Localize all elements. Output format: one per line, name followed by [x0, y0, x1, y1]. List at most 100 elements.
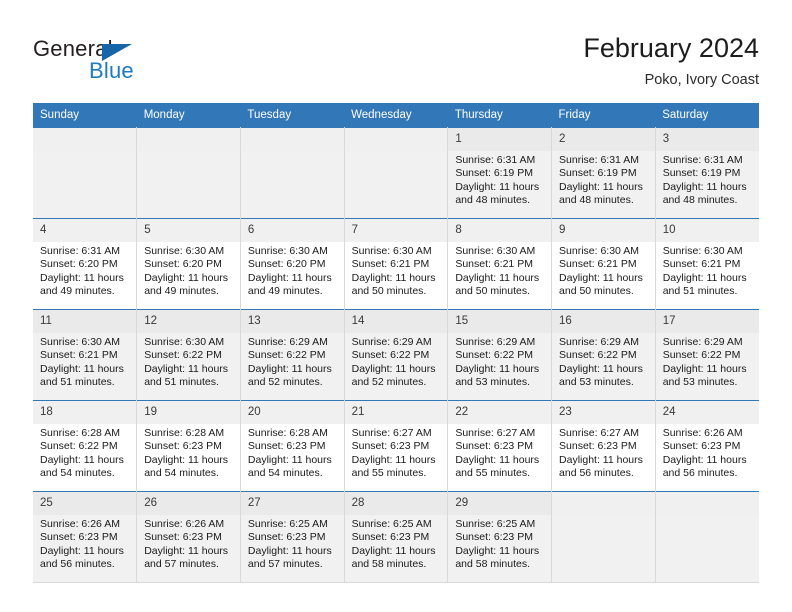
day-number: 14: [344, 310, 448, 333]
calendar-cell-day-8[interactable]: 8 Sunrise: 6:30 AM Sunset: 6:21 PM Daylight…: [447, 218, 553, 310]
calendar-cell-empty: [551, 491, 656, 583]
title-block: February 2024 Poko, Ivory Coast: [583, 32, 759, 90]
daylight-text-line2: and 50 minutes.: [559, 285, 634, 298]
calendar-cell-day-3[interactable]: 3 Sunrise: 6:31 AM Sunset: 6:19 PM Daylight…: [655, 127, 759, 219]
calendar-week-row: 25 Sunrise: 6:26 AM Sunset: 6:23 PM Dayligh…: [33, 491, 759, 583]
cell-details: Sunrise: 6:29 AM Sunset: 6:22 PM Daylight:…: [345, 333, 448, 390]
cell-details: Sunrise: 6:31 AM Sunset: 6:20 PM Daylight:…: [33, 242, 136, 299]
calendar-page: General Blue February 2024 Poko, Ivory C…: [0, 0, 792, 612]
sunset-text: Sunset: 6:20 PM: [40, 258, 118, 271]
calendar-cell-day-14[interactable]: 14 Sunrise: 6:29 AM Sunset: 6:22 PM Dayligh…: [344, 309, 449, 401]
weekday-header-thursday: Thursday: [447, 103, 552, 128]
sunset-text: Sunset: 6:23 PM: [662, 440, 741, 453]
sunset-text: Sunset: 6:21 PM: [351, 258, 430, 271]
cell-details: Sunrise: 6:29 AM Sunset: 6:22 PM Daylight:…: [241, 333, 344, 390]
daylight-text-line1: Daylight: 11 hours: [662, 271, 747, 284]
calendar-cell-day-20[interactable]: 20 Sunrise: 6:28 AM Sunset: 6:23 PM Dayligh…: [240, 400, 345, 492]
calendar-cell-empty: [344, 127, 449, 219]
calendar-cell-day-21[interactable]: 21 Sunrise: 6:27 AM Sunset: 6:23 PM Dayligh…: [344, 400, 449, 492]
calendar-cell-day-11[interactable]: 11 Sunrise: 6:30 AM Sunset: 6:21 PM Dayligh…: [33, 309, 138, 401]
calendar-cell-day-17[interactable]: 17 Sunrise: 6:29 AM Sunset: 6:22 PM Dayligh…: [655, 309, 759, 401]
calendar-cell-day-10[interactable]: 10 Sunrise: 6:30 AM Sunset: 6:21 PM Dayligh…: [655, 218, 759, 310]
sunrise-text: Sunrise: 6:28 AM: [144, 427, 225, 439]
calendar-cell-day-5[interactable]: 5 Sunrise: 6:30 AM Sunset: 6:20 PM Daylight…: [136, 218, 241, 310]
cell-inner: 12 Sunrise: 6:30 AM Sunset: 6:22 PM Dayligh…: [137, 310, 240, 400]
day-number: 6: [240, 219, 344, 242]
location-subtitle: Poko, Ivory Coast: [644, 72, 759, 88]
calendar-cell-day-1[interactable]: 1 Sunrise: 6:31 AM Sunset: 6:19 PM Daylight…: [447, 127, 553, 219]
general-blue-logo[interactable]: General Blue: [33, 36, 213, 86]
daylight-text-line1: Daylight: 11 hours: [662, 362, 747, 375]
sunrise-text: Sunrise: 6:31 AM: [455, 154, 536, 166]
cell-inner: [137, 128, 240, 218]
calendar-cell-day-9[interactable]: 9 Sunrise: 6:30 AM Sunset: 6:21 PM Daylight…: [551, 218, 656, 310]
sunrise-text: Sunrise: 6:25 AM: [351, 518, 432, 530]
daylight-text-line2: and 48 minutes.: [455, 194, 531, 207]
daylight-text-line1: Daylight: 11 hours: [351, 453, 436, 466]
sunset-text: Sunset: 6:23 PM: [351, 440, 430, 453]
weekday-header-friday: Friday: [551, 103, 656, 128]
sunset-text: Sunset: 6:22 PM: [662, 349, 741, 362]
calendar-cell-day-23[interactable]: 23 Sunrise: 6:27 AM Sunset: 6:23 PM Dayligh…: [551, 400, 656, 492]
cell-inner: 16 Sunrise: 6:29 AM Sunset: 6:22 PM Dayligh…: [552, 310, 655, 400]
cell-details: Sunrise: 6:25 AM Sunset: 6:23 PM Daylight:…: [345, 515, 448, 572]
calendar-cell-empty: [655, 491, 759, 583]
day-number: 5: [137, 219, 240, 242]
calendar-cell-day-24[interactable]: 24 Sunrise: 6:26 AM Sunset: 6:23 PM Dayligh…: [655, 400, 759, 492]
daylight-text-line1: Daylight: 11 hours: [144, 271, 229, 284]
daylight-text-line2: and 57 minutes.: [144, 558, 219, 571]
sunset-text: Sunset: 6:23 PM: [351, 531, 430, 544]
sunset-text: Sunset: 6:22 PM: [144, 349, 222, 362]
calendar-cell-day-16[interactable]: 16 Sunrise: 6:29 AM Sunset: 6:22 PM Dayligh…: [551, 309, 656, 401]
sunset-text: Sunset: 6:23 PM: [40, 531, 118, 544]
daylight-text-line2: and 56 minutes.: [559, 467, 634, 480]
calendar-cell-day-29[interactable]: 29 Sunrise: 6:25 AM Sunset: 6:23 PM Dayligh…: [447, 491, 553, 583]
calendar-cell-day-26[interactable]: 26 Sunrise: 6:26 AM Sunset: 6:23 PM Dayligh…: [136, 491, 241, 583]
cell-inner: 14 Sunrise: 6:29 AM Sunset: 6:22 PM Dayligh…: [344, 310, 448, 400]
daylight-text-line1: Daylight: 11 hours: [247, 271, 332, 284]
calendar-cell-day-19[interactable]: 19 Sunrise: 6:28 AM Sunset: 6:23 PM Dayligh…: [136, 400, 241, 492]
daylight-text-line1: Daylight: 11 hours: [351, 362, 436, 375]
calendar-cell-day-13[interactable]: 13 Sunrise: 6:29 AM Sunset: 6:22 PM Dayligh…: [240, 309, 345, 401]
sunset-text: Sunset: 6:23 PM: [455, 440, 533, 453]
daylight-text-line1: Daylight: 11 hours: [144, 362, 229, 375]
calendar-cell-day-4[interactable]: 4 Sunrise: 6:31 AM Sunset: 6:20 PM Daylight…: [33, 218, 138, 310]
sunrise-text: Sunrise: 6:30 AM: [144, 336, 225, 348]
cell-details: Sunrise: 6:30 AM Sunset: 6:21 PM Daylight:…: [33, 333, 136, 390]
day-number: [655, 492, 759, 515]
day-number: 10: [655, 219, 759, 242]
cell-inner: 11 Sunrise: 6:30 AM Sunset: 6:21 PM Dayligh…: [33, 310, 137, 400]
calendar-cell-day-18[interactable]: 18 Sunrise: 6:28 AM Sunset: 6:22 PM Dayligh…: [33, 400, 138, 492]
calendar-cell-day-6[interactable]: 6 Sunrise: 6:30 AM Sunset: 6:20 PM Daylight…: [240, 218, 345, 310]
daylight-text-line1: Daylight: 11 hours: [144, 453, 229, 466]
day-number: 15: [448, 310, 552, 333]
calendar-cell-day-28[interactable]: 28 Sunrise: 6:25 AM Sunset: 6:23 PM Dayligh…: [344, 491, 449, 583]
day-number: 29: [448, 492, 552, 515]
calendar-cell-day-27[interactable]: 27 Sunrise: 6:25 AM Sunset: 6:23 PM Dayligh…: [240, 491, 345, 583]
cell-inner: 20 Sunrise: 6:28 AM Sunset: 6:23 PM Dayligh…: [240, 401, 344, 491]
calendar-cell-day-22[interactable]: 22 Sunrise: 6:27 AM Sunset: 6:23 PM Dayligh…: [447, 400, 553, 492]
cell-inner: 15 Sunrise: 6:29 AM Sunset: 6:22 PM Dayligh…: [448, 310, 552, 400]
day-number: 23: [552, 401, 655, 424]
cell-details: Sunrise: 6:26 AM Sunset: 6:23 PM Daylight:…: [656, 424, 759, 481]
daylight-text-line2: and 54 minutes.: [40, 467, 115, 480]
calendar-cell-day-2[interactable]: 2 Sunrise: 6:31 AM Sunset: 6:19 PM Daylight…: [551, 127, 656, 219]
weekday-header-tuesday: Tuesday: [240, 103, 345, 128]
calendar-cell-day-12[interactable]: 12 Sunrise: 6:30 AM Sunset: 6:22 PM Dayligh…: [136, 309, 241, 401]
sunrise-text: Sunrise: 6:30 AM: [662, 245, 743, 257]
daylight-text-line1: Daylight: 11 hours: [247, 453, 332, 466]
calendar-cell-day-15[interactable]: 15 Sunrise: 6:29 AM Sunset: 6:22 PM Dayligh…: [447, 309, 553, 401]
cell-details: Sunrise: 6:26 AM Sunset: 6:23 PM Daylight:…: [137, 515, 240, 572]
calendar-cell-day-7[interactable]: 7 Sunrise: 6:30 AM Sunset: 6:21 PM Daylight…: [344, 218, 449, 310]
day-number: 4: [33, 219, 137, 242]
calendar-cell-day-25[interactable]: 25 Sunrise: 6:26 AM Sunset: 6:23 PM Dayligh…: [33, 491, 138, 583]
sunrise-text: Sunrise: 6:27 AM: [351, 427, 432, 439]
cell-inner: 7 Sunrise: 6:30 AM Sunset: 6:21 PM Daylight…: [344, 219, 448, 309]
cell-inner: 23 Sunrise: 6:27 AM Sunset: 6:23 PM Dayligh…: [552, 401, 655, 491]
cell-inner: 9 Sunrise: 6:30 AM Sunset: 6:21 PM Daylight…: [552, 219, 655, 309]
cell-details: Sunrise: 6:30 AM Sunset: 6:21 PM Daylight:…: [656, 242, 759, 299]
day-number: 1: [448, 128, 552, 151]
calendar-week-row: 4 Sunrise: 6:31 AM Sunset: 6:20 PM Daylight…: [33, 218, 759, 310]
cell-details: Sunrise: 6:25 AM Sunset: 6:23 PM Daylight:…: [241, 515, 344, 572]
calendar-week-row: 18 Sunrise: 6:28 AM Sunset: 6:22 PM Dayligh…: [33, 400, 759, 492]
